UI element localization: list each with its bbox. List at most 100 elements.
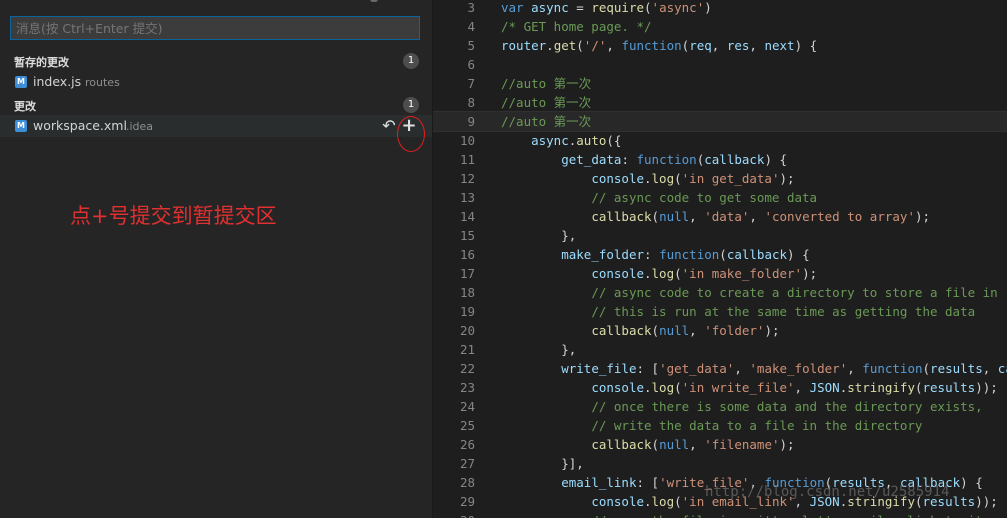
watermark: http://blog.csdn.net/u2585914 [705, 484, 950, 500]
code-line[interactable]: 22 write_file: ['get_data', 'make_folder… [433, 359, 1007, 378]
code-token: , [749, 38, 765, 53]
code-token: ) [704, 0, 712, 15]
code-token: 'in get_data' [681, 171, 780, 186]
code-token: 'in make_folder' [681, 266, 803, 281]
code-token: // async code to create a directory to s… [591, 285, 998, 300]
code-token: //auto 第一次 [501, 76, 592, 91]
code-line[interactable]: 16 make_folder: function(callback) { [433, 245, 1007, 264]
code-line[interactable]: 17 console.log('in make_folder'); [433, 264, 1007, 283]
code-token: }, [501, 342, 577, 357]
code-line[interactable]: 26 callback(null, 'filename'); [433, 435, 1007, 454]
code-token: ); [764, 323, 780, 338]
discard-changes-icon[interactable]: ↶ [380, 116, 398, 136]
code-line[interactable]: 9 //auto 第一次 [433, 111, 1007, 132]
panel-scroll-indicator [370, 0, 378, 2]
line-number: 11 [459, 152, 475, 167]
line-number: 30 [433, 511, 475, 518]
code-token: router [501, 38, 547, 53]
code-line[interactable]: 10 async.auto({ [433, 131, 1007, 150]
code-editor[interactable]: 3 var async = require('async') 4/* GET hom… [433, 0, 1007, 518]
changes-header[interactable]: 更改 [14, 98, 36, 114]
code-token: null [659, 323, 690, 338]
code-token: //auto 第一次 [501, 95, 592, 110]
code-token: . [546, 38, 554, 53]
code-line[interactable]: 27 }], [433, 454, 1007, 473]
line-number: 7 [467, 76, 475, 91]
staged-file-item[interactable]: M index.js routes [0, 71, 432, 93]
code-token: , [847, 361, 863, 376]
code-line[interactable]: 15 }, [433, 226, 1007, 245]
code-line[interactable]: 8 //auto 第一次 [433, 93, 1007, 112]
code-line[interactable]: 12 console.log('in get_data'); [433, 169, 1007, 188]
line-number: 3 [467, 0, 475, 15]
line-source: get_data: function(callback) { [501, 150, 787, 169]
code-token: // once there is some data and the direc… [591, 399, 983, 414]
code-token: = [568, 0, 592, 15]
code-line[interactable]: 20 callback(null, 'folder'); [433, 321, 1007, 340]
code-line[interactable]: 30 // once the file is written let's ema… [433, 511, 1007, 518]
code-line[interactable]: 13 // async code to get some data [433, 188, 1007, 207]
commit-message-input[interactable] [10, 16, 420, 40]
code-line[interactable]: 4 /* GET home page. */ [433, 17, 1007, 36]
code-token: 'async' [651, 0, 705, 15]
code-token: ( [719, 247, 727, 262]
code-token: 'converted to array' [764, 209, 915, 224]
code-token: . [644, 171, 652, 186]
code-line[interactable]: 24 // once there is some data and the di… [433, 397, 1007, 416]
code-token: callback [591, 209, 652, 224]
code-token: ( [674, 380, 682, 395]
line-source: console.log('in make_folder'); [501, 264, 817, 283]
line-source: /* GET home page. */ [501, 17, 652, 36]
code-token: function [621, 38, 682, 53]
line-source: //auto 第一次 [501, 74, 591, 93]
code-line[interactable]: 18 // async code to create a directory t… [433, 283, 1007, 302]
code-token: // this is run at the same time as getti… [591, 304, 976, 319]
code-line[interactable]: 14 callback(null, 'data', 'converted to … [433, 207, 1007, 226]
code-token: function [862, 361, 923, 376]
code-line[interactable]: 25 // write the data to a file in the di… [433, 416, 1007, 435]
code-token: , [734, 361, 750, 376]
code-token: JSON [809, 380, 840, 395]
code-token: function [636, 152, 697, 167]
line-number: 27 [459, 456, 475, 471]
code-line[interactable]: 19 // this is run at the same time as ge… [433, 302, 1007, 321]
code-line[interactable]: 6 [433, 55, 1007, 74]
code-token: ) { [960, 475, 983, 490]
code-token: get [553, 38, 577, 53]
code-token: '/' [583, 38, 607, 53]
line-source: }, [501, 226, 576, 245]
code-line[interactable]: 3 var async = require('async') [433, 0, 1007, 17]
line-number: 22 [459, 361, 475, 376]
code-token: }, [501, 228, 577, 243]
code-token: // once the file is written let's email … [591, 513, 1005, 518]
changed-file-item[interactable]: M workspace.xml .idea ↶ + [0, 115, 432, 137]
code-line[interactable]: 5 router.get('/', function(req, res, next… [433, 36, 1007, 55]
code-line[interactable]: 11 get_data: function(callback) { [433, 150, 1007, 169]
code-line[interactable]: 21 }, [433, 340, 1007, 359]
line-source: callback(null, 'data', 'converted to arr… [501, 207, 930, 226]
code-token: , [749, 209, 765, 224]
line-number: 24 [459, 399, 475, 414]
staged-changes-header[interactable]: 暂存的更改 [14, 54, 69, 70]
line-source: }, [501, 340, 576, 359]
code-token: callback [726, 247, 788, 262]
line-number: 17 [459, 266, 475, 281]
code-token: ( [651, 323, 660, 338]
code-token: ( [674, 266, 682, 281]
code-token: . [644, 494, 652, 509]
line-source: async.auto({ [501, 131, 621, 150]
code-line[interactable]: 23 console.log('in write_file', JSON.str… [433, 378, 1007, 397]
code-token: console [591, 380, 644, 395]
code-token: ( [651, 209, 660, 224]
code-token: 'in write_file' [681, 380, 795, 395]
file-directory: routes [85, 76, 120, 89]
line-number: 28 [459, 475, 475, 490]
code-token: : [621, 152, 637, 167]
code-line[interactable]: 7 //auto 第一次 [433, 74, 1007, 93]
line-source: //auto 第一次 [501, 93, 591, 112]
